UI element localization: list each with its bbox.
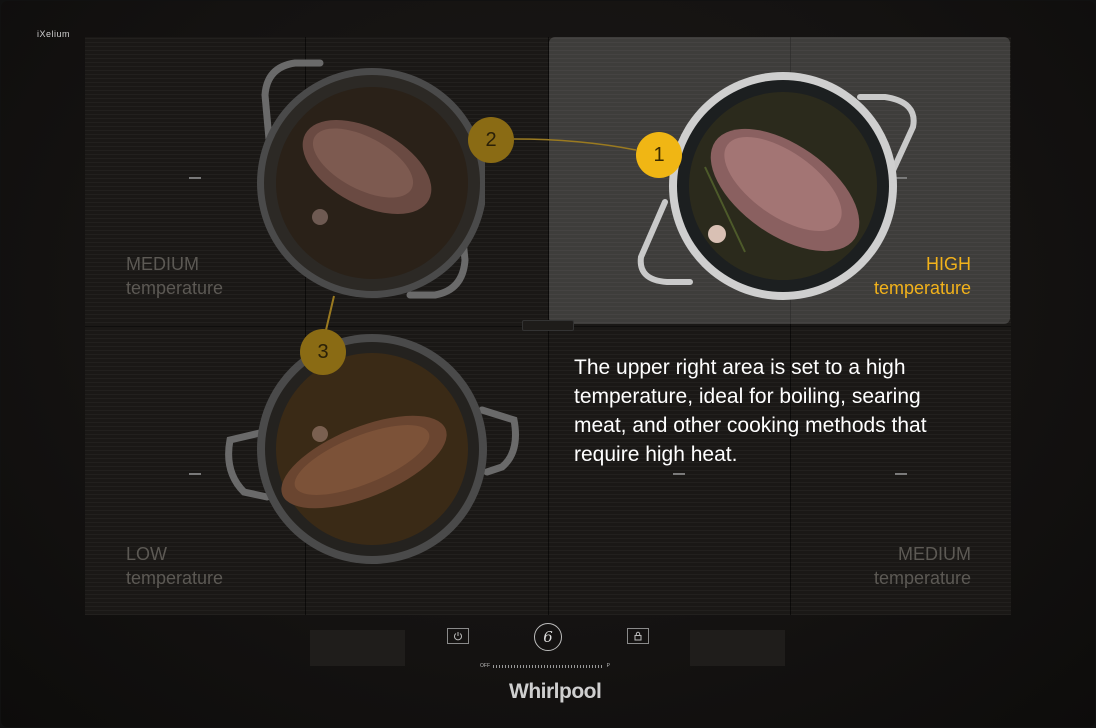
slider-max-label: P: [606, 663, 610, 669]
power-slider[interactable]: OFF P: [480, 663, 610, 669]
center-sensor: [522, 320, 574, 331]
sixth-sense-button[interactable]: 6: [534, 623, 562, 651]
step-badge-3[interactable]: 3: [300, 329, 346, 375]
power-button[interactable]: [447, 628, 469, 644]
lock-icon: [634, 631, 642, 641]
slider-min-label: OFF: [480, 663, 490, 669]
lock-button[interactable]: [627, 628, 649, 644]
step-badge-2[interactable]: 2: [468, 117, 514, 163]
step-badge-1[interactable]: 1: [636, 132, 682, 178]
zone-description: The upper right area is set to a high te…: [574, 356, 927, 466]
sixth-sense-icon: 6: [543, 628, 553, 646]
left-display-pad[interactable]: [310, 630, 405, 666]
slider-ticks: [493, 664, 604, 668]
right-display-pad[interactable]: [690, 630, 785, 666]
brand-logo: Whirlpool: [509, 680, 602, 703]
power-icon: [454, 632, 462, 641]
